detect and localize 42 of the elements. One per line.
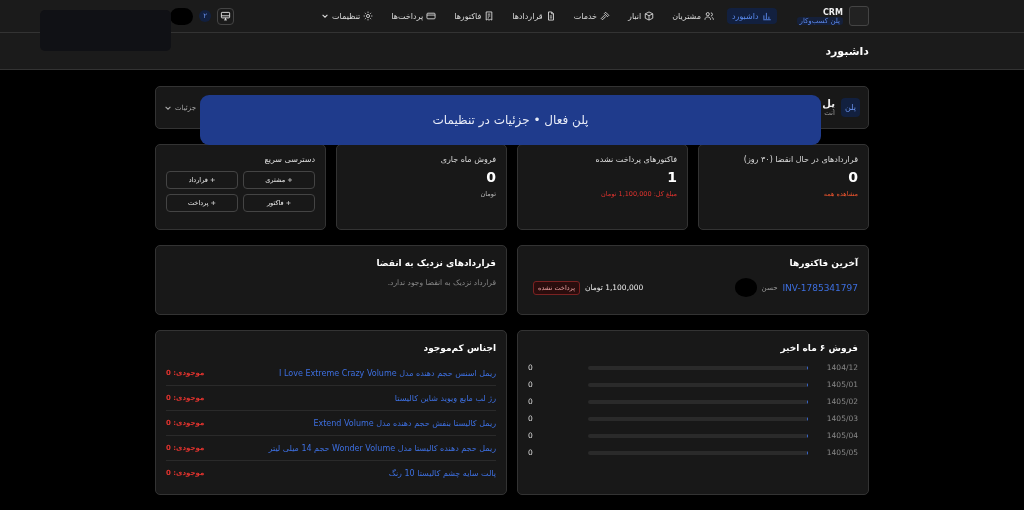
product-link[interactable]: ریمل اسنس حجم دهنده مدل I Love Extreme Crazy Volume	[279, 368, 496, 378]
nav-item[interactable]: داشبورد	[727, 8, 777, 24]
plan-badge: پلن	[841, 98, 860, 117]
product-link[interactable]: پالت سایه چشم کالیستا 10 رنگ	[388, 468, 496, 478]
stat-label: فروش ماه جاری	[440, 155, 496, 164]
credit-card-icon	[426, 11, 437, 21]
stat-value: 0	[486, 169, 496, 185]
product-link[interactable]: رژ لب مایع ویوید شاین کالیستا	[394, 393, 496, 403]
avatar	[734, 278, 757, 297]
hammer-icon	[600, 11, 611, 21]
nav-item[interactable]: قراردادها	[507, 8, 561, 24]
card-title: قراردادهای نزدیک به انقضا	[375, 258, 496, 268]
settings-icon	[363, 11, 374, 21]
nav-item[interactable]: فاکتورها	[449, 8, 500, 24]
card-title: فروش ۶ ماه اخیر	[779, 343, 858, 353]
logo-icon	[849, 6, 869, 26]
stat-label: فاکتورهای پرداخت نشده	[595, 155, 677, 164]
plan-title: پل	[822, 98, 836, 109]
monitor-button[interactable]	[217, 7, 234, 25]
nav-item[interactable]: انبار	[623, 8, 660, 24]
stat-label: قراردادهای در حال انقضا (۳۰ روز)	[743, 155, 858, 164]
card-title: آخرین فاکتورها	[788, 258, 858, 268]
brand-name: CRM	[823, 7, 843, 17]
nav-item[interactable]: مشتریان	[667, 8, 720, 24]
document-icon	[545, 11, 556, 21]
page-title: داشبورد	[825, 44, 869, 58]
receipt-icon	[484, 11, 495, 21]
box-icon	[644, 11, 655, 21]
toast-message: پلن فعال • جزئیات در تنظیمات	[200, 95, 821, 145]
nav-item[interactable]: پرداخت‌ها	[386, 8, 442, 24]
card-title: اجناس کم‌موجود	[422, 343, 496, 353]
product-link[interactable]: ریمل کالیستا بنفش حجم دهنده مدل Extend Volume	[313, 418, 496, 428]
nav-item[interactable]: تنظیمات	[316, 8, 379, 24]
chart-icon	[761, 11, 772, 21]
card-title: دسترسی سریع	[264, 155, 315, 164]
stat-value: 1	[667, 169, 677, 185]
invoice-link[interactable]: INV-1785341797	[782, 282, 858, 293]
users-icon	[704, 11, 715, 21]
nav-item[interactable]: خدمات	[568, 8, 616, 24]
stat-value: 0	[848, 169, 858, 185]
monitor-icon	[220, 10, 231, 22]
product-link[interactable]: ریمل حجم دهنده کالیستا مدل Wonder Volume حجم 14 میلی لیتر	[268, 443, 496, 453]
